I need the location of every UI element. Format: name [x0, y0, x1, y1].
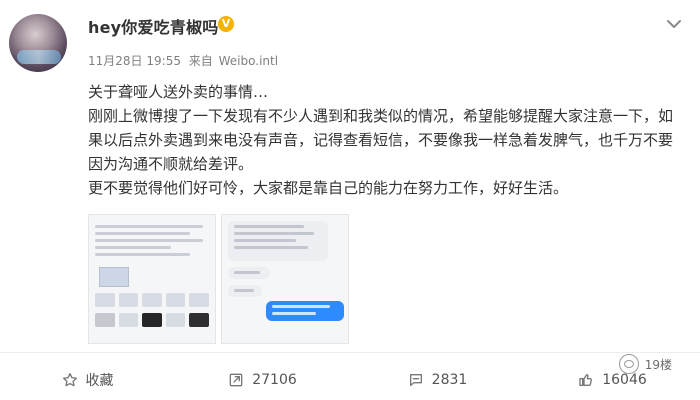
verified-badge: V — [218, 16, 234, 32]
source-prefix: 来自 — [188, 54, 213, 68]
post-image-1[interactable] — [88, 214, 216, 344]
favorite-label: 收藏 — [85, 373, 114, 389]
comment-button[interactable]: 2831 — [350, 366, 525, 394]
action-bar: 收藏 27106 2831 16046 — [0, 366, 700, 394]
post-time: 19:55 — [146, 54, 181, 68]
post-date: 11月28日 — [88, 54, 143, 68]
like-count: 16046 — [602, 372, 647, 388]
grid-row — [95, 313, 209, 327]
more-icon[interactable] — [666, 18, 682, 30]
post-text-line: 更不要觉得他们好可怜，大家都是靠自己的能力在努力工作，好好生活。 — [88, 179, 569, 197]
post-meta: 11月28日 19:55 来自 Weibo.intl — [88, 52, 278, 69]
username[interactable]: hey你爱吃青椒吗 — [88, 14, 218, 38]
like-button[interactable]: 16046 — [525, 366, 700, 394]
chat-bubble — [228, 285, 262, 297]
chat-bubble — [228, 221, 328, 261]
post-text-line: 关于聋哑人送外卖的事情… — [88, 83, 269, 101]
image-placeholder — [99, 267, 129, 287]
divider — [0, 352, 700, 353]
post-image-2[interactable] — [221, 214, 349, 344]
repost-button[interactable]: 27106 — [175, 366, 350, 394]
chat-bubble-blue — [266, 301, 344, 321]
favorite-button[interactable]: 收藏 — [0, 366, 175, 394]
star-icon — [62, 372, 78, 388]
post-text: 关于聋哑人送外卖的事情… 刚刚上微博搜了一下发现有不少人遇到和我类似的情况，希望… — [88, 80, 678, 200]
avatar[interactable] — [9, 14, 67, 72]
chat-bubble — [228, 267, 270, 279]
source[interactable]: Weibo.intl — [219, 54, 278, 68]
repost-count: 27106 — [252, 372, 297, 388]
comment-count: 2831 — [431, 372, 468, 388]
post-text-line: 刚刚上微博搜了一下发现有不少人遇到和我类似的情况，希望能够提醒大家注意一下，如果… — [88, 107, 674, 173]
grid-row — [95, 293, 209, 307]
repost-icon — [228, 372, 244, 388]
thumbs-up-icon — [578, 372, 594, 388]
comment-icon — [408, 372, 424, 388]
chat-text-block — [89, 221, 215, 256]
